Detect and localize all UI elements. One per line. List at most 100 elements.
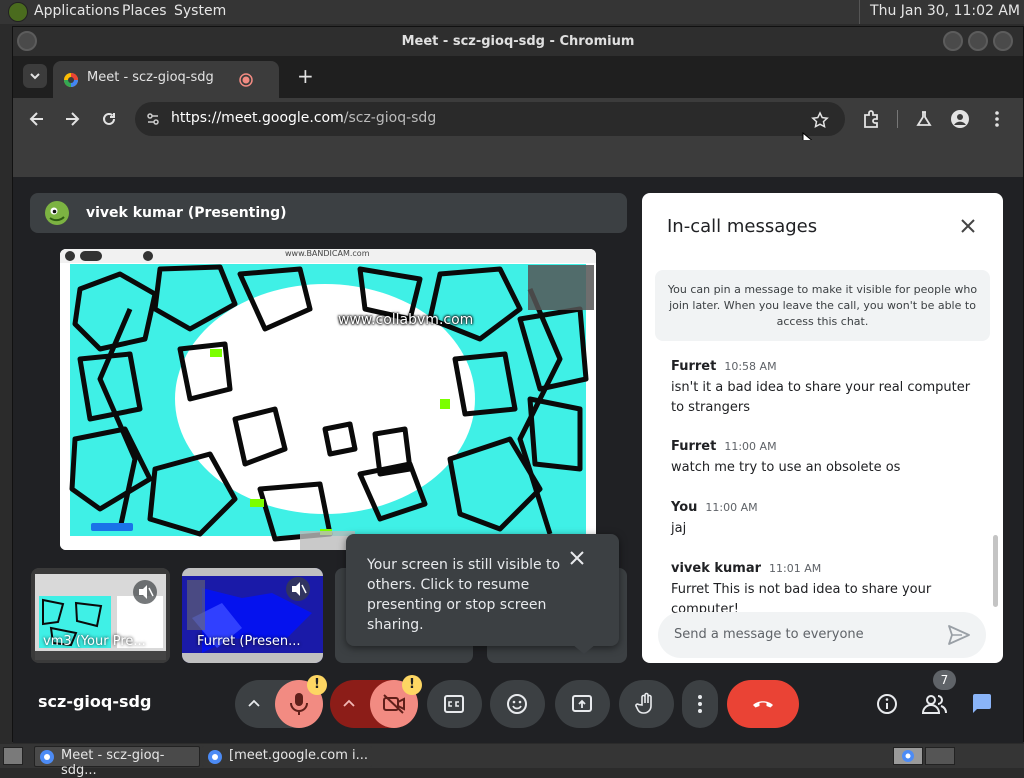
chromium-icon xyxy=(208,750,222,764)
window-titlebar[interactable]: Meet - scz-gioq-sdg - Chromium xyxy=(13,27,1023,56)
close-window-button[interactable] xyxy=(993,31,1013,51)
browser-window: Meet - scz-gioq-sdg - Chromium Meet - sc… xyxy=(12,26,1024,743)
toolbar-divider xyxy=(897,110,898,128)
captions-button[interactable] xyxy=(427,680,482,728)
chat-input-placeholder: Send a message to everyone xyxy=(674,627,864,642)
present-button[interactable] xyxy=(555,680,610,728)
message-text: isn't it a bad idea to share your real c… xyxy=(671,380,971,415)
send-icon[interactable] xyxy=(948,625,970,645)
chat-panel: In-call messages You can pin a message t… xyxy=(642,193,1003,663)
chat-icon[interactable] xyxy=(971,693,993,715)
meeting-code: scz-gioq-sdg xyxy=(38,692,152,711)
message-time: 11:00 AM xyxy=(724,440,777,453)
leave-call-button[interactable] xyxy=(727,680,799,728)
chromium-icon xyxy=(902,750,914,762)
taskbar-item-label: Meet - scz-gioq-sdg... xyxy=(61,748,165,778)
minimize-button[interactable] xyxy=(943,31,963,51)
mic-icon xyxy=(290,693,308,715)
window-title: Meet - scz-gioq-sdg - Chromium xyxy=(401,34,635,49)
captions-icon xyxy=(444,695,464,713)
top-panel: Applications Places System Thu Jan 30, 1… xyxy=(0,0,1024,24)
tab-search-button[interactable] xyxy=(23,64,47,88)
address-bar[interactable]: https://meet.google.com/scz-gioq-sdg xyxy=(135,102,845,136)
screen-visible-tooltip: Your screen is still visible to others. … xyxy=(346,534,619,646)
participant-tile-vm3[interactable]: vm3 (Your Pre... xyxy=(31,568,170,663)
chat-input[interactable]: Send a message to everyone xyxy=(658,612,986,658)
present-screen-icon xyxy=(572,695,592,712)
maximize-button[interactable] xyxy=(968,31,988,51)
tab-meet[interactable]: Meet - scz-gioq-sdg xyxy=(53,61,279,98)
recording-indicator-icon xyxy=(239,73,253,87)
participant-tile-furret[interactable]: Furret (Presen... xyxy=(182,568,323,663)
taskbar-item-meet-popup[interactable]: [meet.google.com i... xyxy=(202,746,372,767)
people-icon[interactable] xyxy=(922,693,948,715)
meeting-info-icon[interactable] xyxy=(876,693,898,715)
clock[interactable]: Thu Jan 30, 11:02 AM xyxy=(859,0,1024,24)
message-time: 10:58 AM xyxy=(724,360,777,373)
shared-screen-image xyxy=(60,249,596,550)
workspace-switcher[interactable] xyxy=(893,747,923,765)
chevron-up-icon[interactable] xyxy=(247,696,261,710)
tab-title: Meet - scz-gioq-sdg xyxy=(87,70,214,85)
message-sender: You xyxy=(671,500,698,515)
hand-icon xyxy=(635,692,652,714)
close-icon[interactable] xyxy=(959,217,977,235)
message-sender: vivek kumar xyxy=(671,561,762,576)
camera-warning-badge: ! xyxy=(402,675,422,695)
muted-mic-icon xyxy=(133,580,157,604)
close-icon[interactable] xyxy=(568,549,586,567)
chat-scrollbar[interactable] xyxy=(993,535,998,607)
url-text: https://meet.google.com/scz-gioq-sdg xyxy=(171,110,436,126)
raise-hand-button[interactable] xyxy=(619,680,674,728)
meet-page: vivek kumar (Presenting) www.BANDICAM.co… xyxy=(13,177,1023,743)
infobar-area xyxy=(13,140,1023,177)
presenter-name: vivek kumar (Presenting) xyxy=(86,205,287,221)
presenter-bar: vivek kumar (Presenting) xyxy=(30,193,627,233)
chat-notice: You can pin a message to make it visible… xyxy=(655,270,990,341)
reload-icon[interactable] xyxy=(99,109,119,129)
message-sender: Furret xyxy=(671,439,717,454)
tile-label: vm3 (Your Pre... xyxy=(43,634,146,649)
hang-up-icon xyxy=(753,701,773,708)
muted-mic-icon xyxy=(286,577,310,601)
labs-flask-icon[interactable] xyxy=(914,109,934,129)
forward-arrow-icon[interactable] xyxy=(62,109,82,129)
emoji-icon xyxy=(507,694,527,714)
system-menu[interactable]: System xyxy=(174,3,226,19)
reactions-button[interactable] xyxy=(490,680,545,728)
show-desktop-icon[interactable] xyxy=(3,747,23,765)
profile-avatar-icon[interactable] xyxy=(950,109,970,129)
message-time: 11:00 AM xyxy=(705,501,758,514)
shared-screen[interactable]: www.BANDICAM.com www.collabvm.com xyxy=(60,249,596,550)
camera-off-icon xyxy=(383,694,405,714)
chat-message: You 11:00 AM jaj xyxy=(671,496,981,539)
more-menu-icon[interactable] xyxy=(987,109,1007,129)
taskbar-item-label: [meet.google.com i... xyxy=(229,748,369,763)
places-menu[interactable]: Places xyxy=(122,3,167,19)
extensions-puzzle-icon[interactable] xyxy=(861,109,881,129)
bookmark-star-icon[interactable] xyxy=(811,111,829,129)
browser-toolbar: https://meet.google.com/scz-gioq-sdg xyxy=(13,98,1023,152)
more-options-button[interactable] xyxy=(682,680,718,728)
more-vert-icon xyxy=(698,695,702,713)
distro-logo-icon[interactable] xyxy=(8,2,28,22)
message-text: watch me try to use an obsolete os xyxy=(671,460,901,475)
site-info-icon[interactable] xyxy=(145,111,161,127)
new-tab-button[interactable]: + xyxy=(297,64,314,88)
window-menu-button[interactable] xyxy=(17,31,37,51)
url-host: https://meet.google.com xyxy=(171,110,344,126)
chromium-icon xyxy=(40,750,54,764)
google-meet-favicon-icon xyxy=(64,73,78,87)
watermark: www.collabvm.com xyxy=(338,312,474,328)
message-sender: Furret xyxy=(671,359,717,374)
applications-menu[interactable]: Applications xyxy=(34,3,120,19)
taskbar-item-meet[interactable]: Meet - scz-gioq-sdg... xyxy=(34,746,200,778)
chevron-up-icon[interactable] xyxy=(342,696,356,710)
url-path: /scz-gioq-sdg xyxy=(343,110,437,126)
back-arrow-icon[interactable] xyxy=(27,109,47,129)
bandicam-text: www.BANDICAM.com xyxy=(285,249,370,258)
workspace-2[interactable] xyxy=(925,747,955,765)
people-count-badge: 7 xyxy=(933,670,956,690)
chevron-down-icon xyxy=(30,73,40,80)
tooltip-text: Your screen is still visible to others. … xyxy=(367,557,561,633)
